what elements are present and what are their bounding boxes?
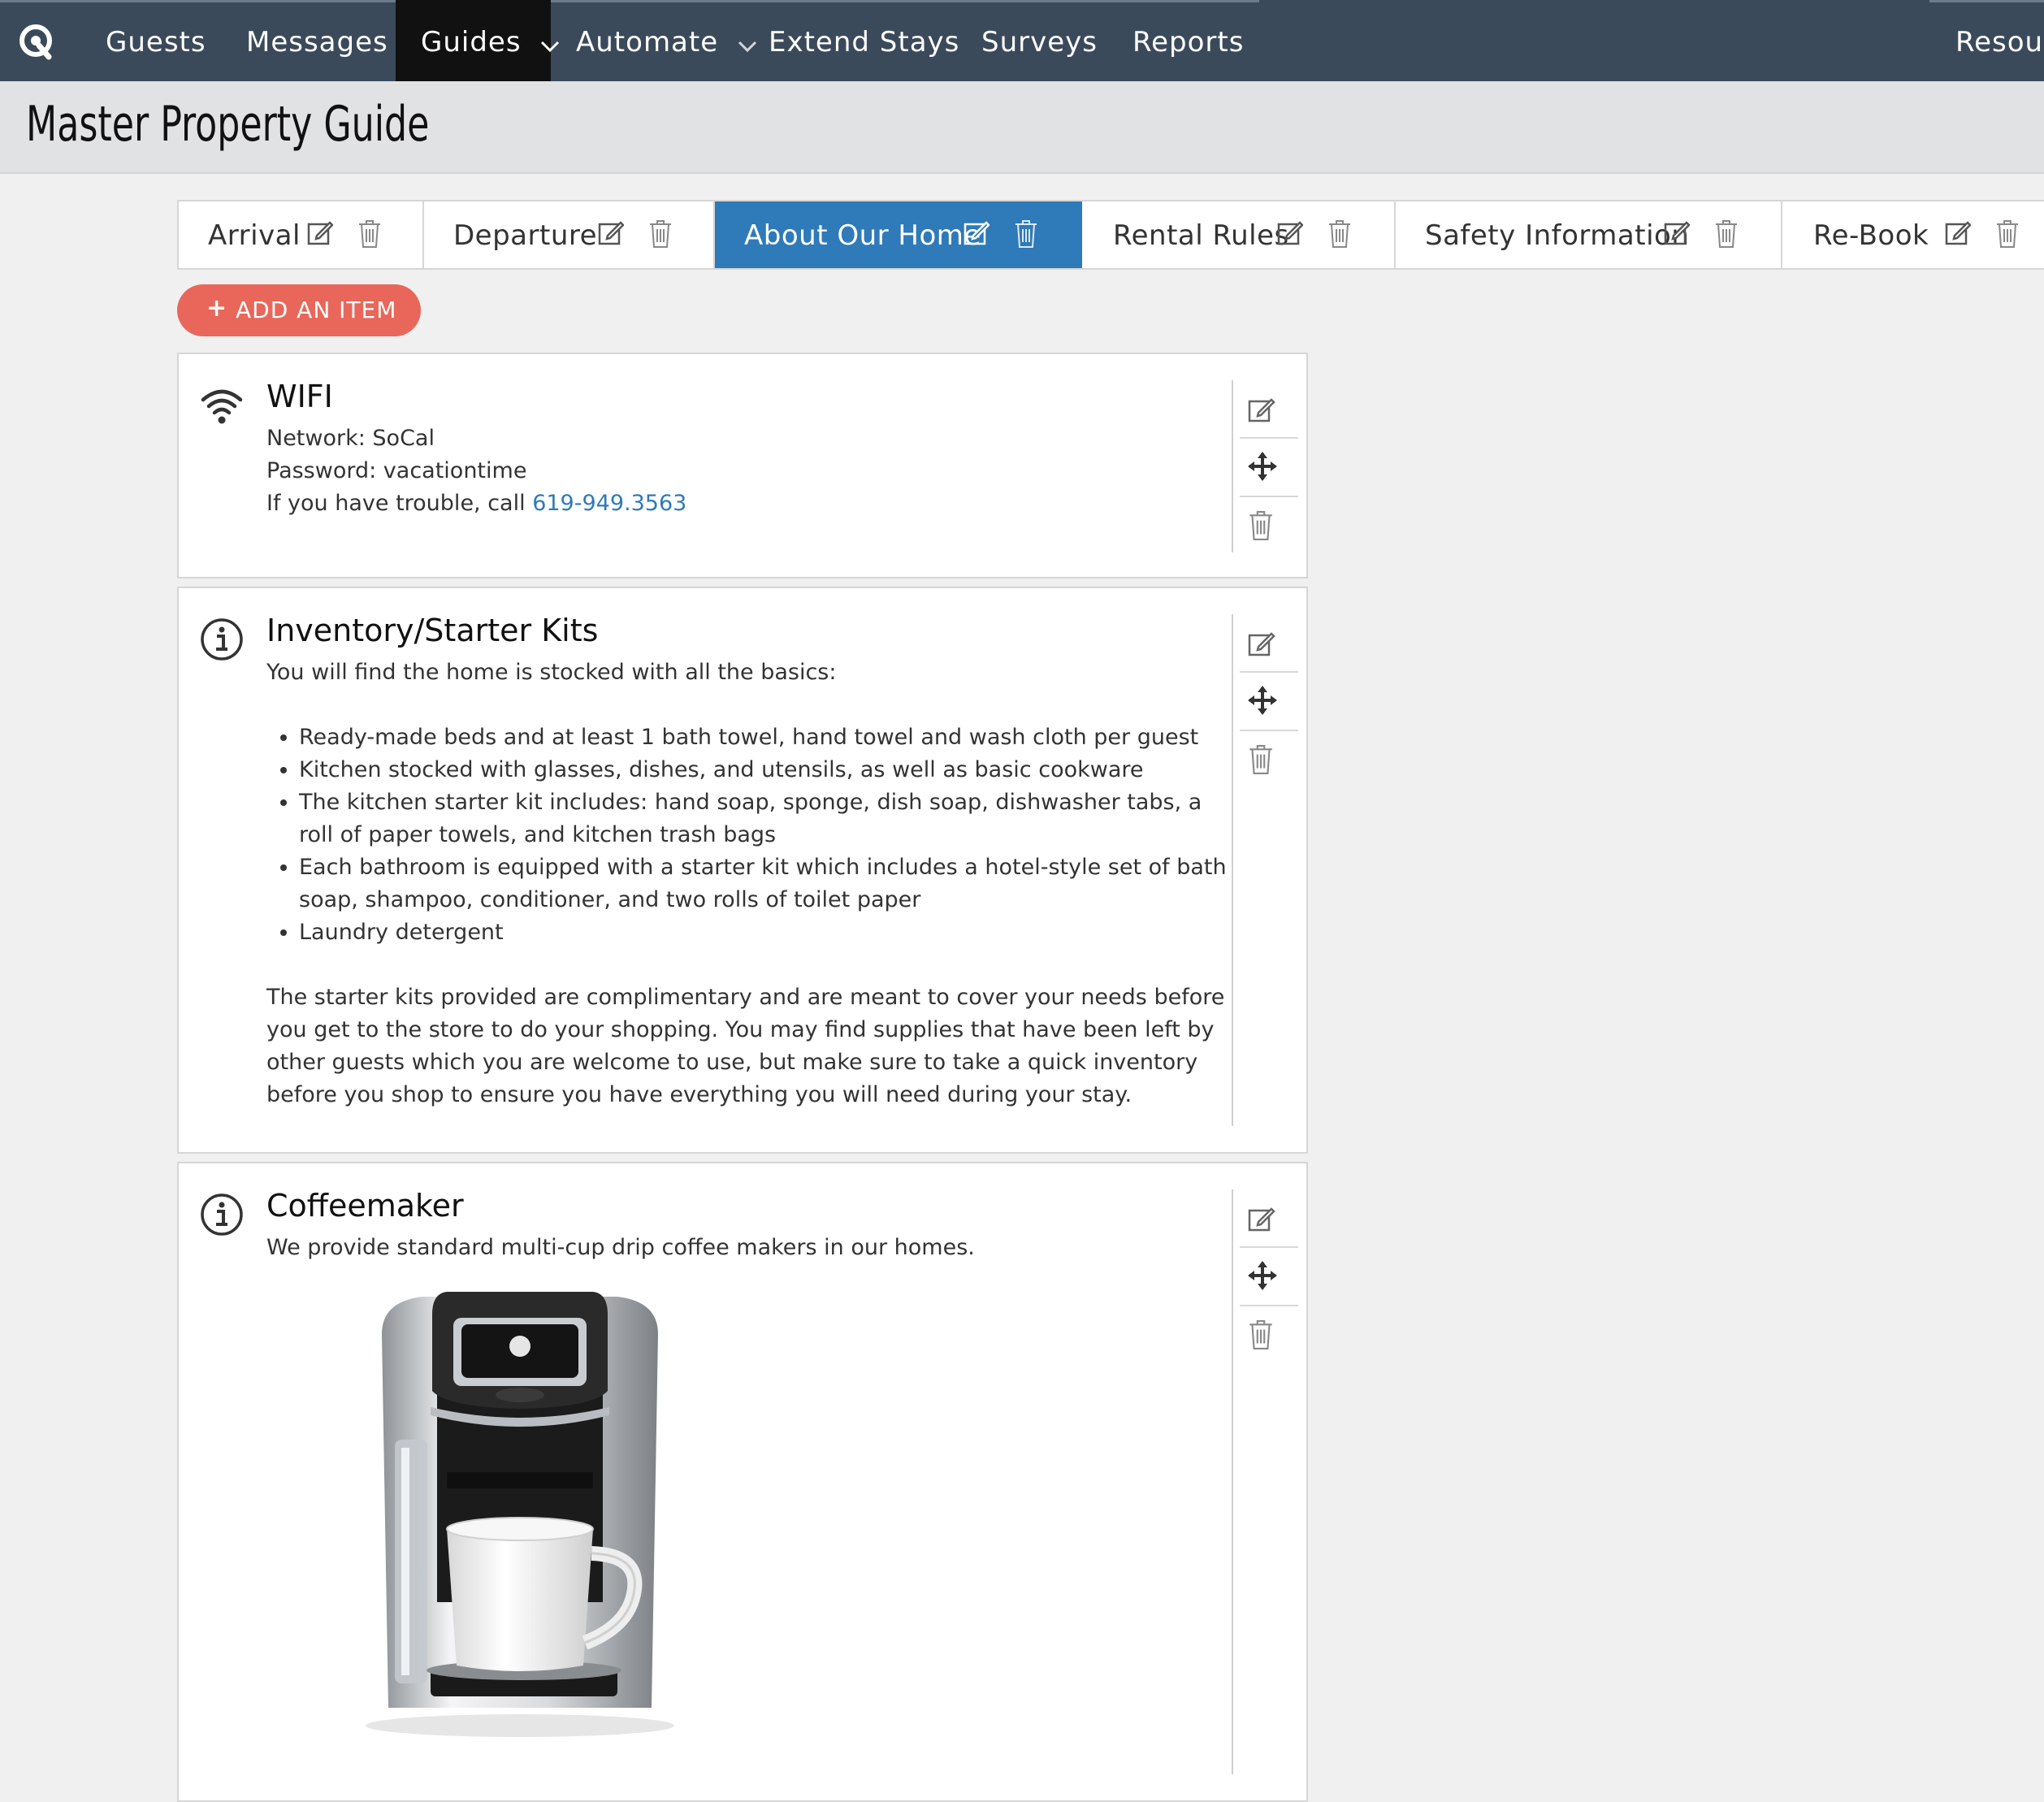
divider	[1240, 437, 1298, 439]
coffeemaker-text: We provide standard multi-cup drip coffe…	[266, 1235, 975, 1260]
guide-item-wifi: WIFI Network: SoCal Password: vacationti…	[177, 353, 1308, 578]
item-title: WIFI	[266, 379, 333, 414]
tab-rental-rules-label: Rental Rules	[1113, 219, 1289, 252]
nav-extend-stays[interactable]: Extend Stays	[769, 0, 959, 81]
nav-extend-stays-label: Extend Stays	[769, 26, 960, 58]
guide-item-coffeemaker: Coffeemaker We provide standard multi-cu…	[177, 1162, 1308, 1802]
info-icon	[200, 617, 244, 661]
edit-icon[interactable]	[1248, 383, 1305, 440]
inventory-intro: You will find the home is stocked with a…	[266, 660, 837, 685]
nav-messages-label: Messages	[246, 26, 388, 58]
divider	[1240, 1305, 1298, 1306]
edit-icon[interactable]	[1277, 219, 1304, 249]
item-actions	[1232, 380, 1306, 552]
move-icon[interactable]	[1248, 442, 1305, 499]
tab-re-book-label: Re-Book	[1813, 219, 1929, 252]
trash-icon[interactable]	[1995, 219, 2021, 249]
nav-surveys[interactable]: Surveys	[981, 0, 1098, 81]
wifi-trouble-text: If you have trouble, call 619-949.3563	[266, 487, 1233, 520]
divider	[1240, 671, 1298, 673]
nav-reports-label: Reports	[1132, 26, 1245, 58]
top-navigation: Guests Messages Guides Automate Extend S…	[0, 0, 2044, 81]
list-item: Each bathroom is equipped with a starter…	[299, 851, 1233, 916]
nav-surveys-label: Surveys	[981, 26, 1098, 58]
wifi-icon	[200, 385, 244, 429]
inventory-outro: The starter kits provided are compliment…	[266, 985, 1225, 1107]
wifi-password-text: Password: vacationtime	[266, 458, 527, 483]
move-icon[interactable]	[1248, 676, 1305, 733]
guide-item-inventory: Inventory/Starter Kits You will find the…	[177, 587, 1308, 1154]
item-body: You will find the home is stocked with a…	[266, 656, 1233, 1111]
nav-automate-label: Automate	[576, 26, 719, 58]
trash-icon[interactable]	[1714, 219, 1740, 249]
list-item: Laundry detergent	[299, 916, 1233, 949]
nav-resources[interactable]: Resour	[1955, 0, 2044, 81]
item-body: We provide standard multi-cup drip coffe…	[266, 1232, 1233, 1264]
edit-icon[interactable]	[1945, 219, 1972, 249]
chevron-down-icon	[540, 2, 560, 86]
tab-about-our-home-label: About Our Home	[744, 219, 981, 252]
trash-icon[interactable]	[1248, 734, 1305, 791]
edit-icon[interactable]	[1664, 219, 1691, 249]
app-logo-icon[interactable]	[18, 23, 55, 60]
edit-icon[interactable]	[964, 219, 990, 249]
add-item-button[interactable]: + ADD AN ITEM	[177, 284, 421, 336]
nav-automate[interactable]: Automate	[576, 0, 757, 81]
trash-icon[interactable]	[1327, 219, 1353, 249]
inventory-list: Ready-made beds and at least 1 bath towe…	[266, 721, 1233, 949]
item-body: Network: SoCal Password: vacationtime If…	[266, 422, 1233, 520]
tab-safety-information[interactable]: Safety Information	[1396, 201, 1782, 268]
divider	[1240, 730, 1298, 731]
list-item: Kitchen stocked with glasses, dishes, an…	[299, 754, 1233, 786]
edit-icon[interactable]	[1248, 617, 1305, 674]
divider	[1240, 496, 1298, 497]
page-title: Master Property Guide	[26, 96, 430, 153]
tab-arrival[interactable]: Arrival	[179, 201, 424, 268]
move-icon[interactable]	[1248, 1251, 1305, 1308]
trash-icon[interactable]	[1014, 219, 1040, 249]
page-header: Master Property Guide	[0, 81, 2044, 174]
nav-guides-label: Guides	[421, 26, 522, 58]
item-actions	[1232, 614, 1306, 1126]
trash-icon[interactable]	[357, 219, 383, 249]
nav-messages[interactable]: Messages	[246, 0, 388, 81]
trash-icon[interactable]	[1248, 1310, 1305, 1367]
tab-re-book[interactable]: Re-Book	[1782, 201, 2044, 268]
list-item: Ready-made beds and at least 1 bath towe…	[299, 721, 1233, 754]
add-item-label: ADD AN ITEM	[236, 297, 397, 323]
plus-icon: +	[206, 294, 228, 323]
guide-section-tabs: Arrival Departure About Our Home Rental …	[177, 200, 2044, 270]
tab-rental-rules[interactable]: Rental Rules	[1082, 201, 1396, 268]
info-icon	[200, 1193, 244, 1237]
nav-reports[interactable]: Reports	[1132, 0, 1244, 81]
nav-guests-label: Guests	[106, 26, 206, 58]
item-title: Inventory/Starter Kits	[266, 613, 599, 648]
list-item: The kitchen starter kit includes: hand s…	[299, 786, 1233, 851]
nav-guides[interactable]: Guides	[396, 0, 560, 81]
tab-arrival-label: Arrival	[208, 219, 301, 252]
tab-departure[interactable]: Departure	[424, 201, 715, 268]
phone-link[interactable]: 619-949.3563	[532, 491, 686, 516]
coffee-maker-image	[349, 1285, 691, 1740]
divider	[1240, 1246, 1298, 1248]
item-title: Coffeemaker	[266, 1188, 464, 1224]
trash-icon[interactable]	[648, 219, 674, 249]
wifi-trouble-prefix: If you have trouble, call	[266, 491, 533, 516]
nav-resources-label: Resour	[1955, 26, 2044, 58]
edit-icon[interactable]	[307, 219, 334, 249]
tab-about-our-home[interactable]: About Our Home	[715, 201, 1082, 268]
edit-icon[interactable]	[1248, 1193, 1305, 1250]
edit-icon[interactable]	[598, 219, 625, 249]
tab-departure-label: Departure	[453, 219, 598, 252]
wifi-network-text: Network: SoCal	[266, 426, 435, 451]
chevron-down-icon	[738, 2, 757, 86]
tab-safety-information-label: Safety Information	[1425, 219, 1690, 252]
trash-icon[interactable]	[1248, 500, 1305, 557]
item-actions	[1232, 1189, 1306, 1774]
nav-guests[interactable]: Guests	[106, 0, 206, 81]
